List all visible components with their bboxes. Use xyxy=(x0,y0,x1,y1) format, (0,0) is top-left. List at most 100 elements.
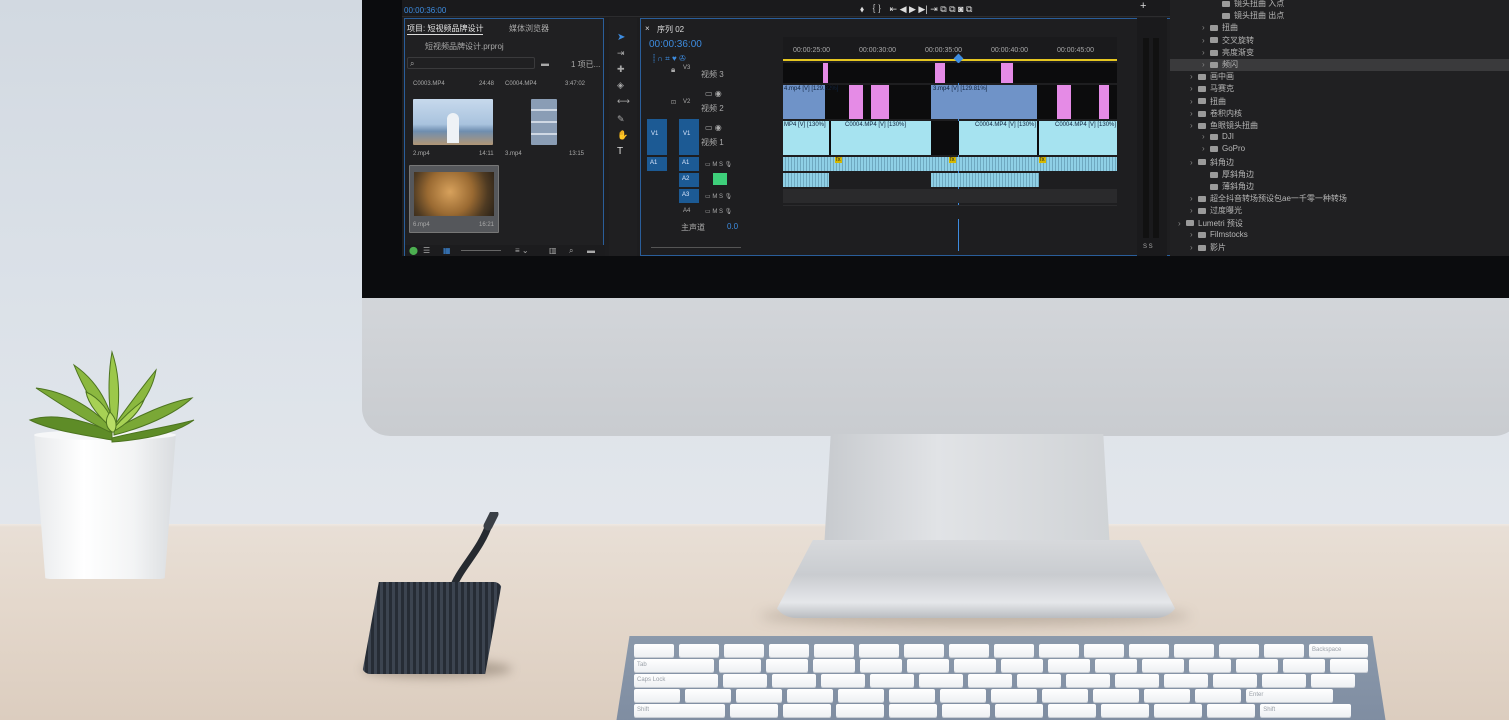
target-v1[interactable]: V1 xyxy=(679,119,699,155)
keyboard-key[interactable]: Shift xyxy=(634,704,726,717)
clip[interactable]: 3.mp4 [V] [129.81%] xyxy=(931,85,1037,119)
keyboard-key[interactable] xyxy=(1282,659,1325,672)
keyboard-key[interactable] xyxy=(1101,704,1150,717)
keyboard-key[interactable] xyxy=(1219,644,1259,657)
keyboard-key[interactable] xyxy=(736,689,782,702)
master-volume[interactable]: 0.0 xyxy=(727,222,738,231)
effects-tree-item[interactable]: 镜头扭曲 入点 xyxy=(1170,0,1509,10)
keyboard-key[interactable] xyxy=(836,704,885,717)
source-patch-v1[interactable]: V1 xyxy=(647,119,667,155)
keyboard-key[interactable] xyxy=(730,704,779,717)
keyboard-key[interactable] xyxy=(949,644,989,657)
keyboard-key[interactable] xyxy=(1264,644,1304,657)
chevron-right-icon[interactable]: › xyxy=(1190,158,1198,167)
clip[interactable]: C0004.MP4 [V] [130%] xyxy=(959,121,1037,155)
keyboard-key[interactable] xyxy=(724,644,764,657)
clip[interactable] xyxy=(935,63,945,83)
keyboard-key[interactable] xyxy=(1048,704,1097,717)
clip[interactable]: 4.mp4 [V] [129.82%] xyxy=(783,85,838,119)
keyboard-key[interactable] xyxy=(1163,674,1208,687)
lock-icon[interactable]: 🔒︎ xyxy=(671,65,675,75)
keyboard-key[interactable] xyxy=(1329,659,1368,672)
track-v2-row[interactable]: 4.mp4 [V] [129.82%] 3.mp4 [V] [129.81%] xyxy=(783,85,1117,119)
work-area-bar[interactable] xyxy=(783,59,1117,61)
meter-solo-labels[interactable]: S S xyxy=(1143,244,1153,250)
effects-tree-item[interactable]: › 鱼眼镜头扭曲 xyxy=(1170,120,1509,132)
keyboard-key[interactable]: Enter xyxy=(1246,689,1334,702)
icon-view-icon[interactable]: ▦ xyxy=(443,246,451,255)
chevron-right-icon[interactable]: › xyxy=(1190,109,1198,118)
chevron-right-icon[interactable]: › xyxy=(1190,206,1198,215)
tab-project[interactable]: 项目: 短视频品牌设计 xyxy=(407,23,484,35)
keyboard-key[interactable] xyxy=(1000,659,1043,672)
chevron-right-icon[interactable]: › xyxy=(1202,23,1210,32)
keyboard-key[interactable]: Caps Lock xyxy=(634,674,718,687)
add-button-icon[interactable]: + xyxy=(1140,0,1146,12)
track-select-icon[interactable]: ⇥ xyxy=(617,48,625,59)
audio-track-a2[interactable] xyxy=(783,173,829,187)
chevron-right-icon[interactable]: › xyxy=(1202,36,1210,45)
clip[interactable] xyxy=(871,85,889,119)
keyboard-key[interactable] xyxy=(889,689,935,702)
keyboard-key[interactable] xyxy=(1188,659,1231,672)
keyboard-key[interactable]: Tab xyxy=(634,659,714,672)
keyboard-key[interactable] xyxy=(859,659,902,672)
time-ruler[interactable]: 00:00:25:00 00:00:30:00 00:00:35:00 00:0… xyxy=(783,37,1117,61)
effects-tree-item[interactable]: › Filmstocks xyxy=(1170,230,1509,242)
audio-track-a3[interactable] xyxy=(783,189,1117,203)
keyboard-key[interactable] xyxy=(1114,674,1159,687)
keyboard-key[interactable] xyxy=(787,689,833,702)
keyboard-key[interactable] xyxy=(942,704,991,717)
keyboard-key[interactable] xyxy=(769,644,809,657)
effects-tree-item[interactable]: › 扭曲 xyxy=(1170,22,1509,34)
chevron-right-icon[interactable]: › xyxy=(1202,48,1210,57)
keyboard-key[interactable] xyxy=(967,674,1012,687)
keyboard-key[interactable] xyxy=(1261,674,1306,687)
tab-media-browser[interactable]: 媒体浏览器 xyxy=(509,23,549,34)
effects-tree-item[interactable]: › 扭曲 xyxy=(1170,96,1509,108)
keyboard-key[interactable]: Backspace xyxy=(1309,644,1368,657)
lock-icon[interactable]: ⬤ xyxy=(409,246,418,255)
sort-icon[interactable]: ≡ ⌄ xyxy=(515,246,529,255)
type-tool-icon[interactable]: T xyxy=(617,146,623,157)
keyboard-key[interactable] xyxy=(1174,644,1214,657)
keyboard-key[interactable] xyxy=(869,674,914,687)
source-patch-a1[interactable]: A1 xyxy=(647,157,667,171)
effects-tree-item[interactable]: › Lumetri 预设 xyxy=(1170,218,1509,230)
effects-tree-item[interactable]: › 超全抖音转场预设包ae一千零一种转场 xyxy=(1170,193,1509,205)
clip[interactable] xyxy=(1057,85,1071,119)
audio-track-a4[interactable] xyxy=(783,205,1117,219)
effects-tree-item[interactable]: › 斜角边 xyxy=(1170,157,1509,169)
keyboard-key[interactable] xyxy=(904,644,944,657)
clip[interactable]: C0004.MP4 [V] [130%] xyxy=(1039,121,1117,155)
timeline-timecode[interactable]: 00:00:36:00 xyxy=(649,39,702,50)
effects-tree-item[interactable]: › DJI xyxy=(1170,132,1509,144)
search-input[interactable]: ⌕ xyxy=(407,57,535,69)
keyboard-key[interactable] xyxy=(783,704,832,717)
keyboard-key[interactable] xyxy=(1141,659,1184,672)
keyboard-key[interactable] xyxy=(814,644,854,657)
ripple-edit-icon[interactable]: ✚ xyxy=(617,64,625,75)
new-bin-icon[interactable]: ▬ xyxy=(587,246,595,255)
track-v3-row[interactable] xyxy=(783,63,1117,83)
clip[interactable] xyxy=(1001,63,1013,83)
audio-track-a1[interactable]: fx fx fx xyxy=(783,157,1117,171)
sequence-tab[interactable]: 序列 02 xyxy=(657,24,684,35)
clip[interactable] xyxy=(849,85,863,119)
clip[interactable] xyxy=(823,63,828,83)
effects-tree-item[interactable]: › 影片 xyxy=(1170,242,1509,254)
keyboard-key[interactable] xyxy=(994,644,1034,657)
keyboard-key[interactable] xyxy=(718,659,761,672)
chevron-right-icon[interactable]: › xyxy=(1190,230,1198,239)
effects-tree-item[interactable]: › GoPro xyxy=(1170,144,1509,156)
eye-icon[interactable]: ▭ ◉ xyxy=(705,123,722,132)
keyboard-key[interactable] xyxy=(1212,674,1257,687)
keyboard-key[interactable] xyxy=(685,689,731,702)
keyboard-key[interactable] xyxy=(859,644,899,657)
chevron-right-icon[interactable]: › xyxy=(1202,132,1210,141)
keyboard-key[interactable] xyxy=(1042,689,1088,702)
keyboard-key[interactable]: Shift xyxy=(1260,704,1352,717)
keyboard-key[interactable] xyxy=(722,674,767,687)
snap-icon[interactable]: ⸽ ∩ ⌗ ♥ ✇ xyxy=(653,53,686,64)
effects-tree-item[interactable]: › 频闪 xyxy=(1170,59,1509,71)
